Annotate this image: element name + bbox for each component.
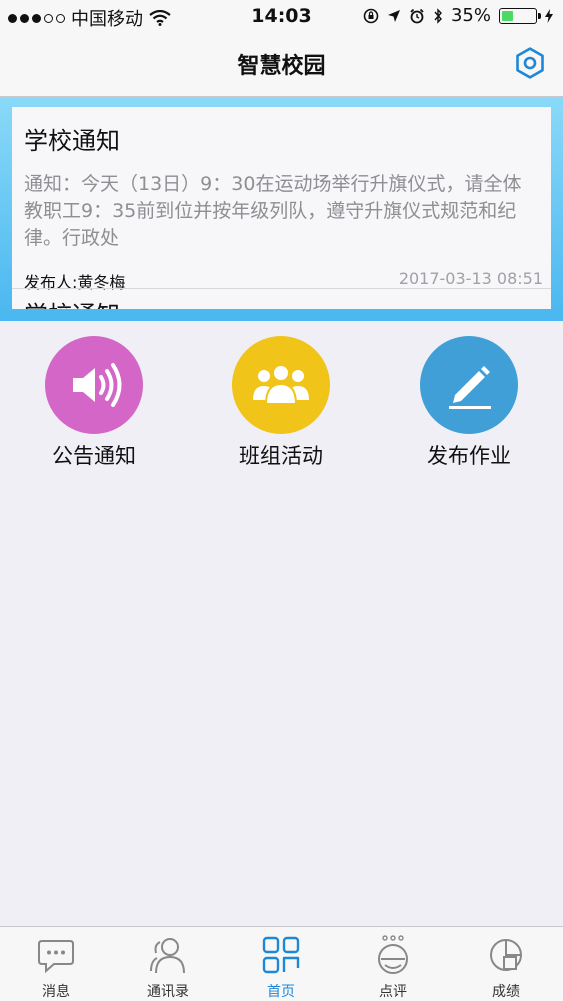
status-right: 35% <box>363 5 553 26</box>
battery-tip <box>538 12 541 19</box>
rotation-lock-icon <box>363 8 379 23</box>
feature-group-activity-button[interactable]: 班组活动 <box>211 336 351 470</box>
feature-grid: 公告通知 班组活动 发布作业 <box>0 336 563 476</box>
battery-level <box>502 10 513 21</box>
settings-gear-icon[interactable] <box>511 44 549 82</box>
charging-bolt-icon <box>545 8 553 23</box>
tab-scores[interactable]: 成绩 <box>450 927 562 1001</box>
tab-label: 消息 <box>42 984 70 1000</box>
tab-label: 成绩 <box>492 984 520 1000</box>
group-icon <box>253 364 309 405</box>
feature-label: 班组活动 <box>239 444 323 468</box>
battery-percent: 35% <box>450 5 491 26</box>
tab-label: 首页 <box>267 984 295 1000</box>
notice-card[interactable]: 学校通知 通知：今天（13日）9：30在运动场举行升旗仪式，请全体教职工9：35… <box>12 107 551 309</box>
bluetooth-icon <box>434 7 442 24</box>
contacts-icon <box>150 938 185 974</box>
nav-bar: 智慧校园 <box>0 32 563 97</box>
notice-banner: 学校通知 通知：今天（13日）9：30在运动场举行升旗仪式，请全体教职工9：35… <box>0 97 563 321</box>
notice-body: 通知：今天（13日）9：30在运动场举行升旗仪式，请全体教职工9：35前到位并按… <box>24 173 522 249</box>
tab-label: 点评 <box>379 984 407 1000</box>
notice-date: 2017-03-13 08:51 <box>398 269 543 288</box>
tab-messages[interactable]: 消息 <box>0 927 112 1001</box>
page-title: 智慧校园 <box>237 54 326 79</box>
tab-bar: 消息 通讯录 首页 点评 成绩 <box>0 926 563 1001</box>
score-chart-icon <box>490 938 523 971</box>
tab-contacts[interactable]: 通讯录 <box>112 927 224 1001</box>
chat-icon <box>38 940 74 974</box>
feature-announcements-button[interactable]: 公告通知 <box>24 336 164 470</box>
notice-author: 发布人:黄冬梅 <box>24 273 126 292</box>
status-bar: 中国移动 14:03 35% <box>0 0 563 32</box>
feature-label: 公告通知 <box>52 444 136 468</box>
tab-home[interactable]: 首页 <box>225 927 337 1001</box>
feature-icon-circle <box>232 336 330 434</box>
tab-label: 通讯录 <box>147 984 189 1000</box>
feature-label: 发布作业 <box>427 444 511 468</box>
notice-title: 学校通知 <box>24 295 120 309</box>
notice-divider <box>12 288 551 289</box>
feature-icon-circle <box>420 336 518 434</box>
speaker-icon <box>73 363 122 407</box>
location-arrow-icon <box>387 9 400 22</box>
alarm-icon <box>410 8 424 23</box>
review-face-icon <box>378 935 408 974</box>
battery-icon <box>499 7 541 24</box>
feature-icon-circle <box>45 336 143 434</box>
pencil-icon <box>449 366 491 409</box>
feature-publish-homework-button[interactable]: 发布作业 <box>399 336 539 470</box>
home-grid-icon <box>262 936 300 974</box>
notice-title: 学校通知 <box>24 127 120 155</box>
tab-review[interactable]: 点评 <box>337 927 449 1001</box>
